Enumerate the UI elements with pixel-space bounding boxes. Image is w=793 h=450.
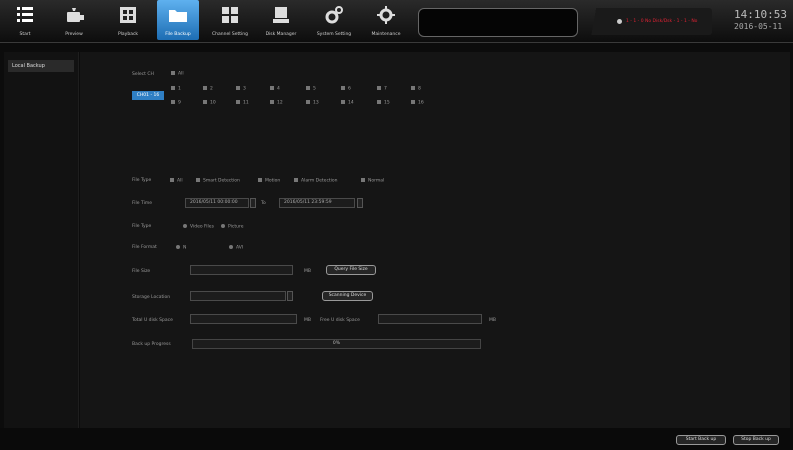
select-all-checkbox[interactable]: All xyxy=(171,71,184,77)
nav-label: Disk Manager xyxy=(265,32,297,37)
channel-checkbox[interactable]: 1 xyxy=(171,86,181,92)
free-space-label: Free U disk Space xyxy=(320,318,360,323)
channel-checkbox[interactable]: 12 xyxy=(270,100,283,106)
video-files-radio[interactable]: Video Files xyxy=(183,224,214,230)
backup-progress-bar: 0% xyxy=(192,339,481,349)
file-type-alarm-checkbox[interactable]: Alarm Detection xyxy=(294,178,338,184)
nav-maintenance[interactable]: Maintenance xyxy=(366,0,406,42)
file-type2-label: File Type xyxy=(132,224,152,229)
file-type-smart-checkbox[interactable]: Smart Detection xyxy=(196,178,240,184)
channel-checkbox[interactable]: 13 xyxy=(306,100,319,106)
free-space-unit: MB xyxy=(489,318,496,323)
menu-list-icon xyxy=(17,7,33,22)
time-to-label: To xyxy=(261,201,266,206)
start-backup-button[interactable]: Start Back up xyxy=(676,435,726,445)
top-nav-bar: Start Preview Playback File Backup Chann… xyxy=(0,0,793,43)
storage-location-select[interactable] xyxy=(190,291,286,301)
nav-label: Channel Setting xyxy=(211,32,249,37)
nav-channel-setting[interactable]: Channel Setting xyxy=(210,0,250,42)
clock-time: 14:10:53 xyxy=(734,8,787,21)
sidebar-item-local-backup[interactable]: Local Backup xyxy=(8,60,74,72)
time-from-spinner[interactable] xyxy=(250,198,256,208)
nav-label: System Setting xyxy=(316,32,352,37)
storage-location-label: Storage Location xyxy=(132,295,171,300)
channel-checkbox[interactable]: 9 xyxy=(171,100,181,106)
hard-disk-icon xyxy=(273,7,289,23)
nav-label: Preview xyxy=(65,32,83,37)
query-file-size-button[interactable]: Query File Size xyxy=(326,265,376,275)
total-space-label: Total U disk Space xyxy=(132,318,173,323)
picture-radio[interactable]: Picture xyxy=(221,224,243,230)
alarm-status-text: 1 - 1 - 0 No Disk/Dsk - 1 - 1 - No xyxy=(626,19,698,24)
file-size-field xyxy=(190,265,293,275)
time-to-spinner[interactable] xyxy=(357,198,363,208)
film-icon xyxy=(120,7,136,23)
sidebar: Local Backup xyxy=(4,52,79,428)
time-to-input[interactable]: 2016/05/11 23:59:59 xyxy=(279,198,355,208)
nav-preview[interactable]: Preview xyxy=(56,0,92,42)
channel-checkbox[interactable]: 11 xyxy=(236,100,249,106)
nav-label: File Backup xyxy=(165,32,191,37)
channel-checkbox[interactable]: 15 xyxy=(377,100,390,106)
free-space-field xyxy=(378,314,482,324)
file-size-unit: MB xyxy=(304,269,311,274)
format-avi-radio[interactable]: AVI xyxy=(229,245,243,251)
file-type-all-checkbox[interactable]: All xyxy=(170,178,183,184)
folder-icon xyxy=(169,10,187,22)
channel-checkbox[interactable]: 16 xyxy=(411,100,424,106)
file-time-label: File Time xyxy=(132,201,152,206)
nav-file-backup[interactable]: File Backup xyxy=(157,0,199,40)
file-type-normal-checkbox[interactable]: Normal xyxy=(361,178,384,184)
channel-checkbox[interactable]: 5 xyxy=(306,86,316,92)
channel-checkbox[interactable]: 8 xyxy=(411,86,421,92)
nav-label: Start xyxy=(19,32,31,37)
camera-icon xyxy=(67,8,84,22)
nav-label: Playback xyxy=(117,32,139,37)
nav-start[interactable]: Start xyxy=(8,0,42,42)
stop-backup-button[interactable]: Stop Back up xyxy=(733,435,779,445)
file-format-label: File Format xyxy=(132,245,157,250)
channel-grid-icon xyxy=(222,7,238,23)
nav-label: Maintenance xyxy=(371,32,401,37)
select-ch-label: Select CH xyxy=(132,72,154,77)
nav-system-setting[interactable]: System Setting xyxy=(312,0,356,42)
channel-checkbox[interactable]: 14 xyxy=(341,100,354,106)
bottom-bar xyxy=(0,428,793,450)
channel-checkbox[interactable]: 6 xyxy=(341,86,351,92)
channel-group-button[interactable]: CH01 - 16 xyxy=(132,91,164,100)
file-type-label: File Type xyxy=(132,178,152,183)
channel-checkbox[interactable]: 10 xyxy=(203,100,216,106)
scanning-device-button[interactable]: Scanning Device xyxy=(322,291,373,301)
format-n-radio[interactable]: N xyxy=(176,245,186,251)
system-gears-icon xyxy=(325,6,343,24)
chevron-down-icon[interactable] xyxy=(287,291,293,301)
total-space-unit: MB xyxy=(304,318,311,323)
file-type-motion-checkbox[interactable]: Motion xyxy=(258,178,280,184)
main-panel xyxy=(80,52,790,428)
total-space-field xyxy=(190,314,297,324)
dvr-app: Start Preview Playback File Backup Chann… xyxy=(0,0,793,450)
clock-date: 2016-05-11 xyxy=(734,22,783,31)
alarm-indicator-icon xyxy=(617,19,622,24)
backup-progress-text: 0% xyxy=(332,341,341,346)
file-size-label: File Size xyxy=(132,269,151,274)
time-from-input[interactable]: 2016/05/11 00:00:00 xyxy=(185,198,249,208)
backup-progress-label: Back up Progress xyxy=(132,342,171,347)
channel-checkbox[interactable]: 7 xyxy=(377,86,387,92)
status-display-box xyxy=(418,8,578,37)
maintenance-gear-icon xyxy=(377,6,395,24)
channel-checkbox[interactable]: 4 xyxy=(270,86,280,92)
channel-checkbox[interactable]: 2 xyxy=(203,86,213,92)
channel-checkbox[interactable]: 3 xyxy=(236,86,246,92)
nav-playback[interactable]: Playback xyxy=(110,0,146,42)
nav-disk-manager[interactable]: Disk Manager xyxy=(262,0,300,42)
